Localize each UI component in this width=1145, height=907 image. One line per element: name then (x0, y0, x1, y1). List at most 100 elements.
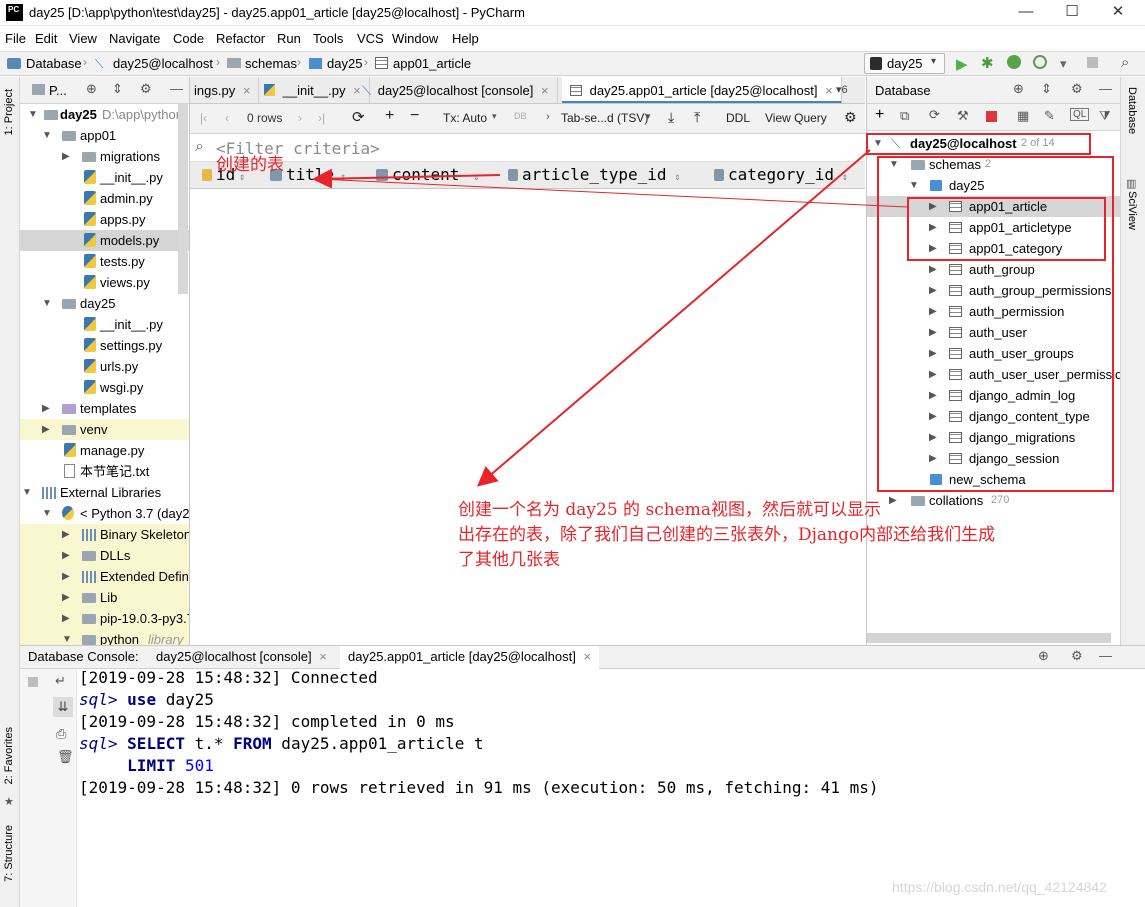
collapse-icon[interactable]: ⇕ (112, 81, 123, 97)
stop-icon[interactable] (28, 677, 38, 687)
tree-item[interactable]: apps.py (20, 209, 189, 230)
tree-item[interactable]: ▼ app01 (20, 125, 189, 146)
breadcrumb-schema[interactable]: day25 (327, 56, 362, 71)
disconnect-icon[interactable] (986, 111, 997, 122)
close-button[interactable]: ✕ (1095, 0, 1141, 26)
more-tabs-button[interactable]: ▾6 (836, 83, 848, 96)
debug-icon[interactable]: ✱ (981, 54, 994, 72)
concurrency-icon[interactable]: ▾ (1060, 56, 1067, 72)
maximize-button[interactable]: ☐ (1049, 0, 1095, 26)
menu-edit[interactable]: Edit (35, 31, 57, 46)
refresh-icon[interactable]: ⟳ (929, 107, 940, 123)
hide-icon[interactable]: — (170, 81, 183, 96)
menu-view[interactable]: View (69, 31, 97, 46)
run-configuration-select[interactable]: day25 ▾ (864, 53, 945, 74)
add-datasource-icon[interactable]: + (875, 106, 884, 124)
console-output[interactable]: ↵ ⇊ ⎙ 🗑 [2019-09-28 15:48:32] Connected … (20, 668, 1145, 907)
scroll-to-end-icon[interactable]: ⇊ (53, 697, 73, 717)
add-row-icon[interactable]: + (385, 107, 394, 125)
menu-window[interactable]: Window (392, 31, 438, 46)
tab-settings-py[interactable]: ings.py × (190, 77, 260, 103)
close-icon[interactable]: × (583, 649, 591, 664)
scrollbar[interactable] (178, 104, 188, 294)
table-view-icon[interactable]: ▦ (1017, 108, 1029, 124)
menu-vcs[interactable]: VCS (357, 31, 384, 46)
refresh-icon[interactable]: ⟳ (352, 108, 365, 126)
gear-icon[interactable]: ⚙ (1071, 648, 1083, 664)
tree-item[interactable]: ▶ migrations (20, 146, 189, 167)
close-icon[interactable]: × (243, 83, 251, 98)
tree-item[interactable]: urls.py (20, 356, 189, 377)
tree-item[interactable]: __init__.py (20, 314, 189, 335)
print-icon[interactable]: ⎙ (56, 726, 66, 742)
last-page-icon[interactable]: ›| (318, 111, 325, 125)
search-icon[interactable]: ⌕ (1121, 54, 1129, 71)
close-icon[interactable]: × (319, 649, 327, 664)
tree-item[interactable]: ▼ < Python 3.7 (day2 (20, 503, 189, 524)
filter-icon[interactable]: ⧩ (1099, 108, 1111, 124)
tree-item[interactable]: ▶ templates (20, 398, 189, 419)
coverage-icon[interactable] (1007, 55, 1021, 69)
extractor-select[interactable]: Tab-se...d (TSV) (561, 111, 648, 125)
close-icon[interactable]: × (541, 83, 549, 98)
project-tool-tab[interactable]: 1: Project (3, 89, 15, 135)
tree-item[interactable]: ▶ DLLs (20, 545, 189, 566)
tree-item[interactable]: __init__.py (20, 167, 189, 188)
minimize-button[interactable]: — (1003, 0, 1049, 26)
ddl-button[interactable]: DDL (726, 111, 750, 125)
breadcrumb-schemas[interactable]: schemas (245, 56, 297, 71)
edit-icon[interactable]: ✎ (1044, 108, 1055, 124)
tab-app01-article[interactable]: day25.app01_article [day25@localhost] × (562, 77, 842, 103)
tree-item[interactable]: 本节笔记.txt (20, 461, 189, 482)
import-icon[interactable]: ⤒ (694, 109, 700, 126)
breadcrumb-connection[interactable]: day25@localhost (113, 56, 213, 71)
tree-root[interactable]: ▼ day25 D:\app\python (20, 104, 189, 125)
menu-code[interactable]: Code (173, 31, 204, 46)
column-header-article-type-id[interactable]: article_type_id ⇕ (508, 165, 681, 184)
console-tab-console[interactable]: day25@localhost [console] × (148, 646, 335, 669)
next-page-icon[interactable]: › (298, 111, 302, 125)
gear-icon[interactable]: ⚙ (844, 109, 857, 126)
tree-item[interactable]: tests.py (20, 251, 189, 272)
stop-icon[interactable] (1087, 57, 1098, 68)
console-icon[interactable]: QL (1070, 108, 1090, 121)
breadcrumb-table[interactable]: app01_article (393, 56, 471, 71)
menu-navigate[interactable]: Navigate (109, 31, 160, 46)
breadcrumb-database[interactable]: Database (26, 56, 82, 71)
delete-row-icon[interactable]: − (410, 107, 419, 125)
scrollbar[interactable] (867, 633, 1111, 643)
crosshair-icon[interactable]: ⊕ (1013, 81, 1024, 97)
console-tab-article[interactable]: day25.app01_article [day25@localhost] × (340, 646, 600, 669)
trash-icon[interactable]: 🗑 (57, 749, 74, 765)
transaction-mode-select[interactable]: Tx: Auto (443, 111, 487, 125)
close-icon[interactable]: × (825, 83, 833, 98)
tab-console[interactable]: ⟍ day25@localhost [console] × (354, 77, 558, 103)
tree-item[interactable]: ▶ Extended Defin (20, 566, 189, 587)
tree-item[interactable]: ▶ pip-19.0.3-py3.7 (20, 608, 189, 629)
tree-item[interactable]: views.py (20, 272, 189, 293)
hide-icon[interactable]: — (1099, 648, 1112, 663)
run-icon[interactable]: ▶ (956, 55, 968, 73)
first-page-icon[interactable]: |‹ (200, 111, 207, 125)
db-commit-icon[interactable]: DB (514, 111, 527, 121)
tree-item[interactable]: wsgi.py (20, 377, 189, 398)
db-tree-collations[interactable]: ▶ collations 270 (867, 490, 1120, 511)
crosshair-icon[interactable]: ⊕ (86, 81, 97, 97)
project-view-select[interactable]: P... (49, 83, 67, 98)
view-query-button[interactable]: View Query (765, 111, 827, 125)
soft-wrap-icon[interactable]: ↵ (55, 673, 66, 689)
menu-file[interactable]: File (5, 31, 26, 46)
sciview-tool-tab[interactable]: SciView (1126, 191, 1138, 230)
column-header-category-id[interactable]: category_id ⇕ (714, 165, 848, 184)
result-grid[interactable] (190, 189, 865, 645)
tree-item[interactable]: admin.py (20, 188, 189, 209)
tree-item[interactable]: ▼ python library (20, 629, 189, 645)
previous-page-icon[interactable]: ‹ (225, 111, 229, 125)
tree-item-selected[interactable]: models.py (20, 230, 189, 251)
collapse-icon[interactable]: ⇕ (1041, 81, 1052, 97)
menu-run[interactable]: Run (277, 31, 301, 46)
tree-item[interactable]: ▼ External Libraries (20, 482, 189, 503)
tree-item[interactable]: ▶ venv (20, 419, 189, 440)
schema-settings-icon[interactable]: ⚒ (957, 108, 969, 124)
tree-item[interactable]: manage.py (20, 440, 189, 461)
